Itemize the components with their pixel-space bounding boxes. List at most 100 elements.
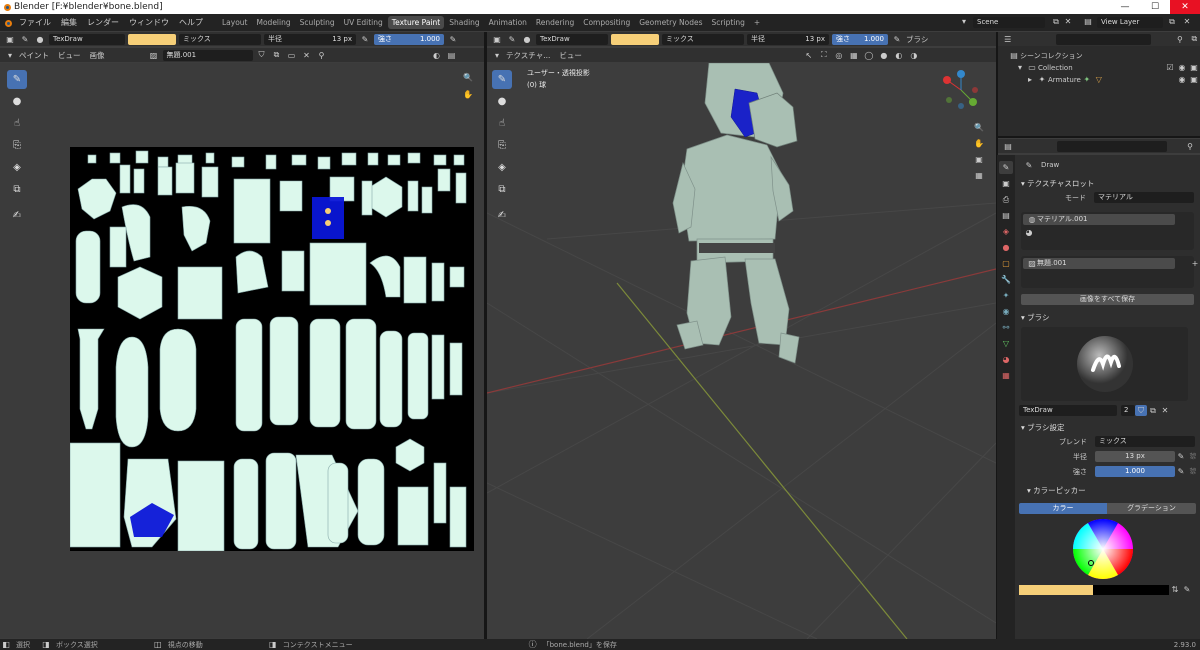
editor-type-icon[interactable]: ▣ [4, 34, 16, 45]
paint-mode-menu[interactable]: ペイント [19, 50, 49, 61]
pin-icon[interactable]: ⚲ [316, 50, 328, 61]
texture-tab-icon[interactable]: ▦ [999, 369, 1013, 382]
material-tab-icon[interactable]: ◕ [999, 353, 1013, 366]
image-slot-item[interactable]: ▨ 無題.001 [1023, 258, 1175, 269]
collection-render-icon[interactable]: ▣ [1188, 62, 1200, 73]
brush-panel-header[interactable]: ▾ ブラシ [1015, 311, 1200, 325]
properties-search-field[interactable] [1057, 140, 1167, 152]
maximize-button[interactable]: ☐ [1140, 0, 1170, 14]
tab-compositing[interactable]: Compositing [579, 16, 634, 29]
scene-tab-icon[interactable]: ◈ [999, 225, 1013, 238]
camera-icon[interactable]: ▣ [973, 154, 985, 165]
brush-datablock-field[interactable]: TexDraw [1019, 405, 1117, 416]
viewport-draw-tool-icon[interactable]: ✎ [492, 70, 512, 89]
view-layer-tab-icon[interactable]: ▤ [999, 209, 1013, 222]
overlay-icon[interactable]: ◎ [833, 50, 845, 61]
menu-window[interactable]: ウィンドウ [124, 17, 174, 28]
unlink-image-icon[interactable]: ✕ [301, 50, 313, 61]
delete-scene-icon[interactable]: ✕ [1062, 16, 1074, 27]
outliner-item-armature[interactable]: ▸ ✦ Armature ✦ ▽ ◉ ▣ [1024, 73, 1200, 86]
armature-visibility-icon[interactable]: ◉ [1176, 74, 1188, 85]
clone-tool-icon[interactable]: ⎘ [7, 136, 27, 155]
output-tab-icon[interactable]: ⎙ [999, 193, 1013, 206]
radius-field[interactable]: 半径 13 px [264, 33, 356, 45]
props-strength-field[interactable]: 1.000 [1095, 466, 1175, 477]
menu-file[interactable]: ファイル [14, 17, 56, 28]
outliner-type-icon[interactable]: ☰ [1002, 34, 1013, 45]
props-strength-unit-icon[interactable]: ⛆ [1187, 466, 1199, 477]
collection-visibility-icon[interactable]: ◉ [1176, 62, 1188, 73]
channels-icon[interactable]: ▤ [446, 50, 458, 61]
minimize-button[interactable]: — [1110, 0, 1140, 14]
color-wheel[interactable] [1071, 517, 1135, 581]
uv-texture-canvas[interactable] [69, 147, 474, 552]
gizmo-icon[interactable]: ⛶ [818, 50, 830, 61]
brush-unlink-icon[interactable]: ✕ [1159, 405, 1171, 416]
armature-expand-icon[interactable]: ▸ [1024, 74, 1036, 85]
collection-checkbox-icon[interactable]: ☑ [1164, 62, 1176, 73]
expand-icon[interactable]: ▾ [1014, 62, 1026, 73]
viewport-blend-mode-select[interactable]: ミックス [662, 33, 744, 45]
physics-tab-icon[interactable]: ◉ [999, 305, 1013, 318]
particles-tab-icon[interactable]: ✦ [999, 289, 1013, 302]
viewport-pan-icon[interactable]: ✋ [973, 138, 985, 149]
viewport-editor-type-icon[interactable]: ▣ [491, 34, 503, 45]
view-menu[interactable]: ビュー [58, 50, 81, 61]
brush-copy-icon[interactable]: ⧉ [1147, 405, 1159, 416]
object-tab-icon[interactable]: ▢ [999, 257, 1013, 270]
fake-user-icon[interactable]: ⛉ [256, 50, 268, 61]
eyedropper-icon[interactable]: ✎ [1181, 584, 1193, 595]
viewport-smear-tool-icon[interactable]: ☝ [492, 114, 512, 133]
tab-scripting[interactable]: Scripting [708, 16, 749, 29]
tab-rendering[interactable]: Rendering [532, 16, 578, 29]
outliner-search-field[interactable] [1056, 33, 1152, 45]
tool-tab-icon[interactable]: ✎ [999, 161, 1013, 174]
props-strength-pressure-icon[interactable]: ✎ [1175, 466, 1187, 477]
properties-options-icon[interactable]: ⚲ [1184, 141, 1196, 152]
tab-texture-paint[interactable]: Texture Paint [387, 16, 445, 29]
brush-color-swatch[interactable] [128, 33, 176, 45]
viewport-fill-tool-icon[interactable]: ◈ [492, 158, 512, 177]
shading-material-icon[interactable]: ◐ [893, 50, 905, 61]
draw-tool-icon[interactable]: ✎ [7, 70, 27, 89]
brush-preview[interactable] [1021, 327, 1188, 401]
viewport-brush-tool-icon[interactable]: ✎ [506, 34, 518, 45]
viewport-clone-tool-icon[interactable]: ⎘ [492, 136, 512, 155]
filter-icon[interactable]: ⚲ [1174, 34, 1185, 45]
viewport-annotate-tool-icon[interactable]: ✍ [492, 206, 512, 225]
value-slider[interactable] [1093, 584, 1169, 595]
props-radius-unit-icon[interactable]: ⛆ [1187, 451, 1199, 462]
shading-render-icon[interactable]: ◑ [908, 50, 920, 61]
shading-wire-icon[interactable]: ◯ [863, 50, 875, 61]
blender-menu-icon[interactable] [2, 17, 14, 28]
viewport-mask-tool-icon[interactable]: ⧉ [492, 180, 512, 199]
tab-sculpting[interactable]: Sculpting [296, 16, 339, 29]
render-tab-icon[interactable]: ▣ [999, 177, 1013, 190]
add-workspace-button[interactable]: + [750, 16, 764, 29]
texture-slots-header[interactable]: ▾ テクスチャスロット [1015, 177, 1200, 191]
fill-tool-icon[interactable]: ◈ [7, 158, 27, 177]
brush-settings-header[interactable]: ▾ ブラシ設定 [1015, 421, 1200, 435]
xray-icon[interactable]: ▦ [848, 50, 860, 61]
swap-colors-icon[interactable]: ⇅ [1169, 584, 1181, 595]
select-icon[interactable]: ↖ [803, 50, 815, 61]
close-button[interactable]: ✕ [1170, 0, 1200, 14]
constraints-tab-icon[interactable]: ⚯ [999, 321, 1013, 334]
editor-menu-icon[interactable]: ▾ [4, 50, 16, 61]
image-browse-icon[interactable]: ▨ [148, 50, 160, 61]
props-radius-field[interactable]: 13 px [1095, 451, 1175, 462]
modifier-tab-icon[interactable]: 🔧 [999, 273, 1013, 286]
viewport-brush-color-swatch[interactable] [611, 33, 659, 45]
mask-tool-icon[interactable]: ⧉ [7, 180, 27, 199]
viewport-mode-menu[interactable]: テクスチャ... [506, 50, 550, 61]
tab-layout[interactable]: Layout [218, 16, 252, 29]
strength-field[interactable]: 強さ 1.000 [374, 33, 444, 45]
save-all-images-button[interactable]: 画像をすべて保存 [1021, 294, 1194, 305]
delete-view-layer-icon[interactable]: ✕ [1181, 16, 1193, 27]
viewport-strength-field[interactable]: 強さ 1.000 [832, 33, 888, 45]
viewport-zoom-icon[interactable]: 🔍 [973, 122, 985, 133]
3d-viewport[interactable] [487, 63, 996, 639]
blend-mode-select[interactable]: ミックス [179, 33, 261, 45]
viewport-menu-icon[interactable]: ▾ [491, 50, 503, 61]
current-color-swatch[interactable] [1019, 584, 1093, 595]
